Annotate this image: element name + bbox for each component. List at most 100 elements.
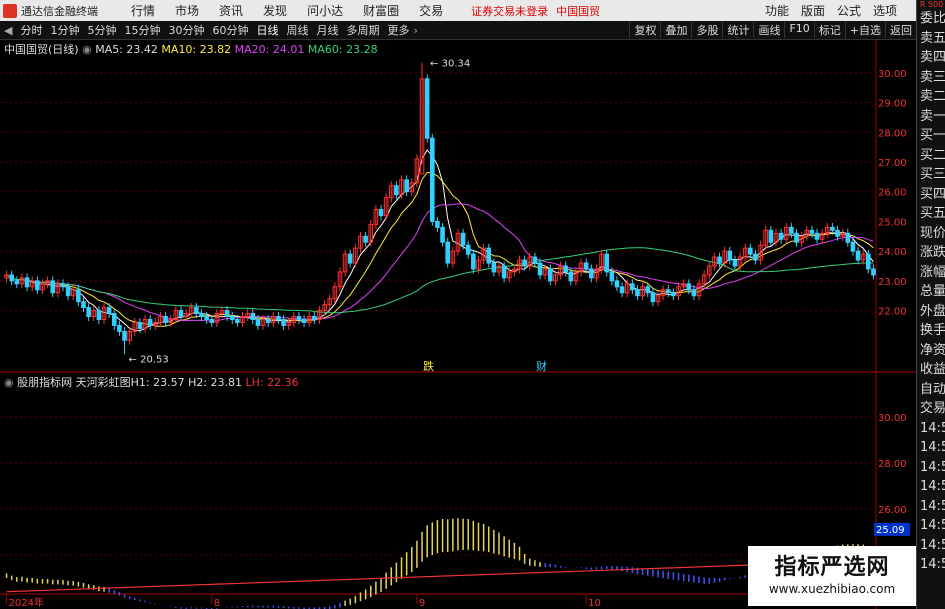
candle-body [445,241,450,264]
candle-body [532,256,538,264]
menu-market[interactable]: 市场 [165,2,209,19]
candle-body [106,307,112,315]
candle-body [501,265,507,279]
quote-label: 自动 [920,381,945,397]
menu-ask[interactable]: 问小达 [297,2,353,19]
tick-label: 30.00 [878,413,907,424]
tool-button-5[interactable]: F10 [784,22,813,38]
quote-label: 买五 [920,206,945,221]
quote-label: 委比 [920,11,945,26]
candle-body [435,220,440,228]
date-label: 8 [214,598,220,609]
tab-period-9[interactable]: 多周期 [342,22,383,38]
tool-button-2[interactable]: 多股 [691,22,722,38]
quote-label: 交易 [920,401,945,416]
tool-button-1[interactable]: 叠加 [660,22,691,38]
tab-period-1[interactable]: 1分钟 [46,22,83,38]
candle-body [630,283,635,291]
quote-label: 14:56 [920,537,945,553]
tab-period-8[interactable]: 月线 [312,22,342,38]
quote-panel: R 500 委比 卖五 卖四 卖三 卖二 卖一 买一 买二 买三 买四 买五 现价 涨跌 涨幅 总量 外盘 换手… [916,0,945,609]
candle-body [312,316,317,320]
tick-label: 23.00 [878,277,907,288]
menu-news[interactable]: 资讯 [209,2,253,19]
toggle-icon[interactable]: ◀ [0,24,16,37]
candle-body [814,232,820,240]
tab-period-3[interactable]: 15分钟 [120,22,164,38]
tick-label: 26.00 [878,505,907,516]
candle-body [86,307,91,318]
login-notice[interactable]: 证券交易未登录 [471,3,548,19]
candle-body [209,318,215,323]
tab-period-10[interactable]: 更多 [383,22,413,38]
tool-button-3[interactable]: 统计 [722,22,753,38]
candle-body [486,247,492,264]
candle-body [281,318,286,326]
menu-formula[interactable]: 公式 [831,2,867,19]
candle-body [563,265,568,273]
quote-label: 买四 [920,186,945,202]
candle-body [845,232,851,243]
menu-quotes[interactable]: 行情 [121,2,165,19]
tab-period-7[interactable]: 周线 [282,22,312,38]
panel-header: R 500 [919,0,944,9]
candle-body [871,268,876,276]
candle-body [9,274,14,282]
marker-label: 财 [536,359,547,373]
candle-body [276,316,281,320]
right-menu: 功能 版面 公式 选项 [759,2,903,19]
date-label: 2024年 [9,596,44,609]
tab-period-0[interactable]: 分时 [16,22,46,38]
candle-body [111,313,117,326]
quote-label: 涨幅 [920,264,945,280]
tool-button-4[interactable]: 画线 [753,22,784,38]
candle-body [363,235,368,243]
quote-label: 净资 [920,342,945,358]
candle-body [645,286,651,294]
candle-body [727,250,733,261]
title-bar: 通达信金融终端 行情 市场 资讯 发现 问小达 财富圈 交易 证券交易未登录 中… [0,0,945,21]
tick-label: 29.00 [878,99,907,110]
candle-body [614,280,620,288]
candle-body [404,179,409,193]
candle-body [609,271,615,282]
menu-discover[interactable]: 发现 [253,2,297,19]
candle-body [24,277,30,288]
candle-body [850,241,856,252]
candle-body [691,289,697,297]
quote-label: 14:56 [920,498,945,514]
tick-label: 30.00 [878,69,907,80]
candle-body [14,280,20,285]
candle-body [301,318,307,323]
quote-label: 外盘 [920,303,945,319]
quote-label: 收益 [920,362,945,377]
candle-body [635,289,640,297]
tab-period-2[interactable]: 5分钟 [83,22,120,38]
quote-label: 买一 [920,128,945,143]
kline-chart[interactable]: 30.00 29.00 28.00 27.00 26.00 25.00 24.00 23.00… [0,39,916,609]
tool-button-7[interactable]: +自选 [844,22,885,38]
menu-function[interactable]: 功能 [759,2,795,19]
candle-body [394,185,399,196]
menu-layout[interactable]: 版面 [795,2,831,19]
tick-label: 22.00 [878,307,907,318]
tab-period-4[interactable]: 30分钟 [164,22,208,38]
chevron-right-icon[interactable]: › [413,24,417,37]
quote-label: 涨跌 [920,245,945,260]
candle-body [778,232,784,240]
tool-button-0[interactable]: 复权 [629,22,660,38]
candle-body [204,316,209,320]
menu-trade[interactable]: 交易 [409,2,453,19]
candle-body [619,286,625,294]
candle-body [855,250,861,261]
tool-button-8[interactable]: 返回 [885,22,916,38]
candle-body [794,232,799,243]
quote-label: 总量 [920,284,945,299]
menu-options[interactable]: 选项 [867,2,903,19]
tab-period-6[interactable]: 日线 [252,22,282,38]
tool-button-6[interactable]: 标记 [813,22,845,38]
candle-body [589,268,594,279]
menu-wealth[interactable]: 财富圈 [353,2,409,19]
tab-period-5[interactable]: 60分钟 [208,22,252,38]
ma5-line [6,149,874,332]
